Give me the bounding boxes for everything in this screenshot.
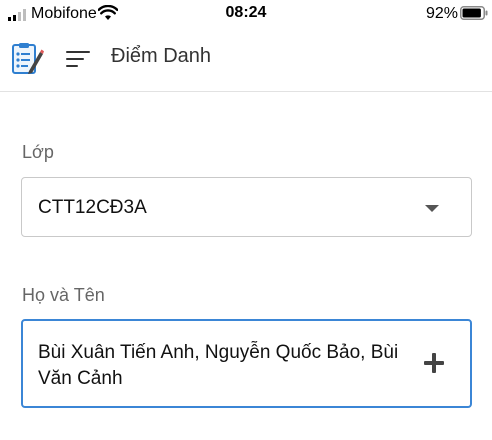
student-names-input[interactable]: Bùi Xuân Tiến Anh, Nguyễn Quốc Bảo, Bùi … <box>21 319 472 408</box>
app-bar: Điểm Danh <box>0 30 492 92</box>
name-field-label: Họ và Tên <box>22 285 105 305</box>
battery-icon <box>460 6 488 20</box>
chevron-down-icon[interactable] <box>425 205 439 212</box>
class-select[interactable]: CTT12CĐ3A <box>21 177 472 237</box>
clock: 08:24 <box>225 4 267 21</box>
page-title: Điểm Danh <box>111 45 212 67</box>
student-names-value: Bùi Xuân Tiến Anh, Nguyễn Quốc Bảo, Bùi … <box>38 342 399 389</box>
class-field-label: Lớp <box>22 142 54 162</box>
class-select-value: CTT12CĐ3A <box>38 197 147 218</box>
battery-percent: 92% <box>425 5 458 22</box>
checklist-icon <box>12 43 44 74</box>
plus-icon[interactable] <box>424 353 444 373</box>
status-bar: Mobifone 08:24 92% <box>0 0 492 30</box>
menu-icon[interactable] <box>66 49 90 69</box>
